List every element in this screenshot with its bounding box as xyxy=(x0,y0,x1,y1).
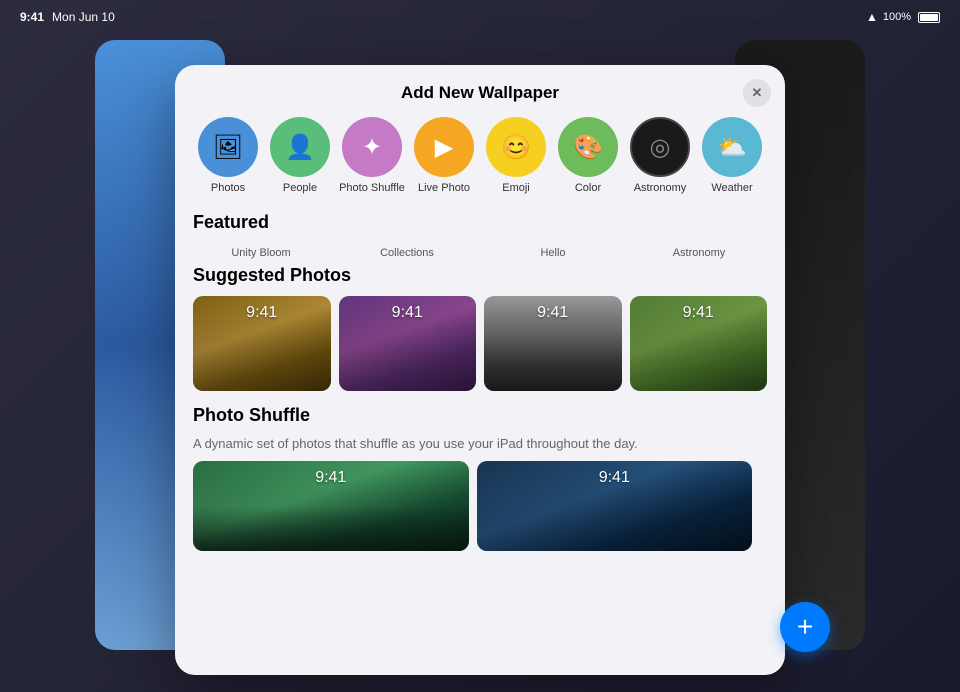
featured-grid: 9:41 ❋ ✿ ✿ ✦ Unity Bloom 9:41 xyxy=(193,243,767,259)
suggested-photos-grid: 9:41 9:41 9:41 9:41 xyxy=(193,296,767,391)
battery-bar xyxy=(918,12,940,23)
status-date: Mon Jun 10 xyxy=(52,10,115,24)
modal-title: Add New Wallpaper xyxy=(175,65,785,117)
suggested-photos-title: Suggested Photos xyxy=(193,265,767,286)
wifi-icon: ▲ xyxy=(866,10,878,24)
photo-shuffle-title: Photo Shuffle xyxy=(193,405,767,426)
shuffle-2-time: 9:41 xyxy=(477,469,753,487)
status-time: 9:41 xyxy=(20,10,44,24)
featured-item-collections[interactable]: 9:41 Collections xyxy=(339,243,475,259)
type-icon-color[interactable]: 🎨 Color xyxy=(554,117,622,194)
live-photo-label: Live Photo xyxy=(418,182,470,194)
emoji-icon: 😊 xyxy=(501,133,531,162)
suggested-photos-section: Suggested Photos 9:41 9:41 9:41 9:41 xyxy=(193,265,767,391)
type-icon-photo-shuffle[interactable]: ✦ Photo Shuffle xyxy=(338,117,406,194)
unity-bloom-label: Unity Bloom xyxy=(193,247,329,259)
featured-section: Featured 9:41 ❋ ✿ ✿ ✦ Unity Bloom xyxy=(193,212,767,259)
astronomy-featured-label: Astronomy xyxy=(631,247,767,259)
type-icon-people[interactable]: 👤 People xyxy=(266,117,334,194)
live-photo-icon: ▶ xyxy=(435,133,453,162)
add-wallpaper-fab[interactable]: + xyxy=(780,602,830,652)
featured-item-hello[interactable]: 9:41 hello Hello xyxy=(485,243,621,259)
people-label: People xyxy=(283,182,317,194)
photos-label: Photos xyxy=(211,182,245,194)
featured-title: Featured xyxy=(193,212,767,233)
weather-label: Weather xyxy=(711,182,752,194)
suggested-photo-3-time: 9:41 xyxy=(484,304,622,322)
astronomy-label: Astronomy xyxy=(634,182,687,194)
photos-icon: 🖼 xyxy=(213,133,243,162)
collections-label: Collections xyxy=(339,247,475,259)
shuffle-1-time: 9:41 xyxy=(193,469,469,487)
weather-icon: ⛅ xyxy=(717,133,747,162)
type-icon-photos[interactable]: 🖼 Photos xyxy=(194,117,262,194)
suggested-photo-1[interactable]: 9:41 xyxy=(193,296,331,391)
type-icon-live-photo[interactable]: ▶ Live Photo xyxy=(410,117,478,194)
add-wallpaper-modal: ✕ Add New Wallpaper 🖼 Photos 👤 People ✦ … xyxy=(175,65,785,675)
suggested-photo-3[interactable]: 9:41 xyxy=(484,296,622,391)
photo-shuffle-description: A dynamic set of photos that shuffle as … xyxy=(193,436,767,451)
emoji-label: Emoji xyxy=(502,182,530,194)
shuffle-grid: 9:41 9:41 xyxy=(193,461,767,551)
suggested-photo-4-time: 9:41 xyxy=(630,304,768,322)
type-icon-emoji[interactable]: 😊 Emoji xyxy=(482,117,550,194)
hello-label: Hello xyxy=(485,247,621,259)
close-button[interactable]: ✕ xyxy=(743,79,771,107)
shuffle-card-1[interactable]: 9:41 xyxy=(193,461,469,551)
type-icon-astronomy[interactable]: ◎ Astronomy xyxy=(626,117,694,194)
photo-shuffle-icon: ✦ xyxy=(362,133,382,162)
featured-item-unity-bloom[interactable]: 9:41 ❋ ✿ ✿ ✦ Unity Bloom xyxy=(193,243,329,259)
suggested-photo-2-time: 9:41 xyxy=(339,304,477,322)
suggested-photo-1-time: 9:41 xyxy=(193,304,331,322)
modal-content: Featured 9:41 ❋ ✿ ✿ ✦ Unity Bloom xyxy=(175,208,785,675)
featured-item-astronomy[interactable]: 9:41 Astronomy xyxy=(631,243,767,259)
photo-shuffle-section: Photo Shuffle A dynamic set of photos th… xyxy=(193,405,767,551)
astronomy-icon: ◎ xyxy=(650,133,671,162)
color-label: Color xyxy=(575,182,601,194)
type-icon-weather[interactable]: ⛅ Weather xyxy=(698,117,766,194)
suggested-photo-2[interactable]: 9:41 xyxy=(339,296,477,391)
battery-icon: 100% xyxy=(883,11,911,23)
people-icon: 👤 xyxy=(285,133,315,162)
shuffle-card-2[interactable]: 9:41 xyxy=(477,461,753,551)
wallpaper-type-icons-row: 🖼 Photos 👤 People ✦ Photo Shuffle ▶ Live… xyxy=(175,117,785,208)
photo-shuffle-label: Photo Shuffle xyxy=(339,182,405,194)
color-icon: 🎨 xyxy=(573,133,603,162)
suggested-photo-4[interactable]: 9:41 xyxy=(630,296,768,391)
status-bar: 9:41 Mon Jun 10 ▲ 100% xyxy=(0,10,960,24)
